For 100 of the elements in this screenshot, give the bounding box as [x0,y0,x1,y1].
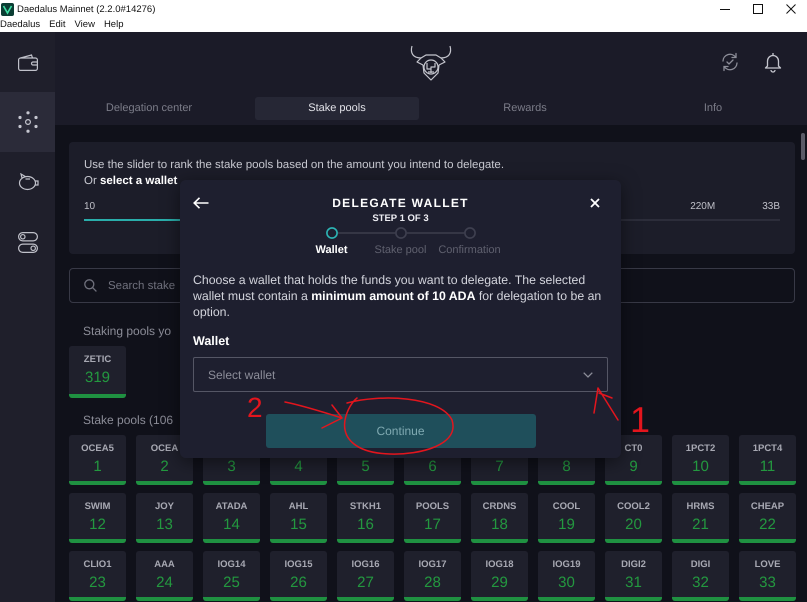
annotation-number: 2 [247,394,263,422]
pool-ticker: CHEAP [750,501,784,513]
pool-ticker: POOLS [416,501,450,513]
pool-tile[interactable]: CHEAP 22 [739,493,796,543]
pool-rank: 29 [491,575,508,591]
tab[interactable]: Delegation center [67,97,231,120]
pool-ticker: AHL [288,501,308,513]
pool-ticker: ZETIC [84,354,112,366]
pool-rank: 19 [558,517,575,533]
scrollbar-thumb[interactable] [801,133,805,160]
pool-tile[interactable]: COOL2 20 [605,493,662,543]
pool-tile[interactable]: SWIM 12 [69,493,126,543]
pool-rank: 14 [223,517,240,533]
pool-tile[interactable]: DIGI 32 [672,551,729,601]
pool-rank: 10 [692,459,709,475]
pool-tile[interactable]: IOG15 26 [270,551,327,601]
rank-bar [270,481,327,485]
pool-ticker: IOG14 [218,559,246,571]
sync-check-icon[interactable] [720,52,740,72]
pool-rank: 24 [156,575,173,591]
pool-rank: 8 [562,459,571,475]
menu-item[interactable]: Daedalus [0,19,40,31]
pool-rank: 31 [625,575,642,591]
pool-rank: 23 [89,575,106,591]
rank-bar [538,539,595,543]
pool-tile[interactable]: CLIO1 23 [69,551,126,601]
menu-item[interactable]: View [74,19,95,31]
tab[interactable]: Rewards [443,97,607,120]
step-label: Wallet [316,243,348,257]
rank-bar [203,539,260,543]
tab[interactable]: Info [631,97,795,120]
rank-bar [203,597,260,601]
close-icon[interactable] [786,4,796,14]
pool-ticker: IOG18 [486,559,514,571]
pool-tile[interactable]: 1PCT4 11 [739,435,796,485]
pool-rank: 6 [428,459,437,475]
pool-tile[interactable]: JOY 13 [136,493,193,543]
pool-tile[interactable]: COOL 19 [538,493,595,543]
rank-bar [538,481,595,485]
menu-item[interactable]: Edit [49,19,66,31]
pool-rank: 21 [692,517,709,533]
pool-tile[interactable]: AHL 15 [270,493,327,543]
pool-rank: 11 [760,459,776,475]
slider-label: 10 [84,201,96,213]
pool-rank: 25 [223,575,240,591]
pool-tile[interactable]: ATADA 14 [203,493,260,543]
pool-rank: 3 [227,459,236,475]
pool-tile[interactable]: IOG16 27 [337,551,394,601]
pool-ticker: CRDNS [482,501,516,513]
pool-tile[interactable]: IOG19 30 [538,551,595,601]
maximize-icon[interactable] [753,4,763,14]
pool-tile[interactable]: OCEA5 1 [69,435,126,485]
pool-tile[interactable]: STKH1 16 [337,493,394,543]
pool-tile[interactable]: HRMS 21 [672,493,729,543]
pool-rank: 9 [629,459,638,475]
pool-tile[interactable]: OCEA 2 [136,435,193,485]
pool-rank: 16 [357,517,374,533]
pool-rank: 4 [294,459,303,475]
pool-ticker: IOG16 [352,559,380,571]
pool-tile[interactable]: IOG14 25 [203,551,260,601]
rank-bar [337,597,394,601]
rank-bar [69,597,126,601]
toggles-icon [18,232,38,252]
window-title: Daedalus Mainnet (2.2.0#14276) [17,4,156,14]
pool-ticker: IOG17 [418,559,446,571]
rank-bar [605,597,662,601]
pool-ticker: STKH1 [350,501,382,513]
rank-bar [672,539,729,543]
wallet-select[interactable]: Select wallet [193,357,608,392]
field-label: Wallet [193,333,230,349]
rank-bar [69,394,126,398]
pool-rank: 17 [424,517,441,533]
minimize-icon[interactable] [720,8,730,10]
annotation-arrow [284,401,343,429]
pool-ticker: CLIO1 [84,559,112,571]
rank-bar [136,481,193,485]
pool-rank: 1 [93,459,102,475]
rank-bar [136,539,193,543]
pool-tile[interactable]: 1PCT2 10 [672,435,729,485]
menu-item[interactable]: Help [104,19,124,31]
pool-tile[interactable]: AAA 24 [136,551,193,601]
bell-icon[interactable] [764,52,782,72]
tab[interactable]: Stake pools [255,97,419,120]
pool-rank: 22 [759,517,776,533]
pool-tile[interactable]: IOG17 28 [404,551,461,601]
pool-tile[interactable]: CRDNS 18 [471,493,528,543]
back-arrow-icon[interactable] [193,197,209,209]
pool-tile[interactable]: ZETIC 319 [69,346,126,398]
rank-bar [404,597,461,601]
pool-rank: 27 [357,575,374,591]
rank-bar [739,481,796,485]
pool-tile[interactable]: DIGI2 31 [605,551,662,601]
pool-tile[interactable]: IOG18 29 [471,551,528,601]
pool-rank: 7 [495,459,504,475]
pool-tile[interactable]: POOLS 17 [404,493,461,543]
rank-bar [404,481,461,485]
pool-tile[interactable]: LOVE 33 [739,551,796,601]
rank-bar [471,597,528,601]
step-label: Stake pool [374,243,426,257]
pool-rank: 28 [424,575,441,591]
